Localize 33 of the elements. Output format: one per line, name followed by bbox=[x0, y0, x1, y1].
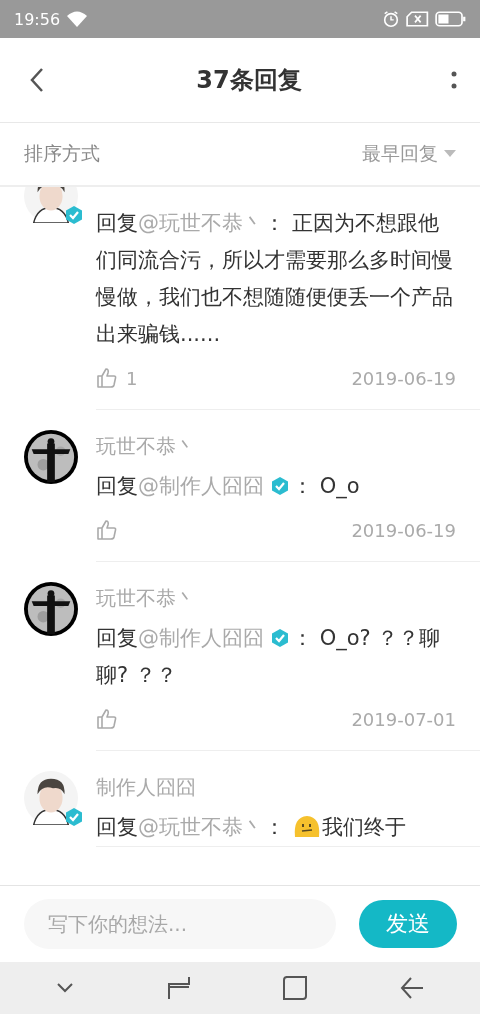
reply-text: 回复@制作人囧囧 ： O_o? ？？聊聊? ？？ bbox=[96, 625, 442, 689]
status-time: 19:56 bbox=[14, 9, 61, 29]
user-name[interactable]: 制作人囧囧 bbox=[96, 773, 456, 801]
user-name[interactable]: 玩世不恭丶 bbox=[96, 432, 456, 460]
mention-link[interactable]: @玩世不恭丶 bbox=[138, 815, 264, 839]
mention-link[interactable]: @制作人囧囧 bbox=[138, 474, 264, 498]
back-arrow-icon bbox=[398, 975, 425, 1001]
wifi-icon bbox=[66, 10, 89, 28]
mention-link[interactable]: @玩世不恭丶 bbox=[138, 211, 264, 235]
thumbs-up-icon bbox=[96, 708, 118, 730]
alarm-icon bbox=[382, 10, 400, 28]
comment-input[interactable]: 写下你的想法... bbox=[24, 899, 336, 949]
reply-text: 回复@玩世不恭丶： 正因为不想跟他们同流合污，所以才需要那么多时间慢慢做，我们也不想随随便便丢一个产品出来骗钱...... bbox=[96, 210, 454, 348]
sort-label: 排序方式 bbox=[24, 141, 100, 166]
send-button[interactable]: 发送 bbox=[359, 900, 457, 948]
sim-icon bbox=[406, 10, 429, 28]
chevron-down-icon bbox=[55, 982, 76, 994]
recents-icon bbox=[165, 975, 192, 1001]
mention-link[interactable]: @制作人囧囧 bbox=[138, 626, 264, 650]
thumbs-up-icon bbox=[96, 367, 118, 389]
thumbs-up-icon bbox=[96, 519, 118, 541]
page-title: 37条回复 bbox=[196, 65, 302, 96]
caret-icon bbox=[444, 150, 456, 158]
reply-date: 2019-06-19 bbox=[351, 519, 456, 541]
reply-text: 回复@制作人囧囧 ： O_o bbox=[96, 473, 361, 501]
user-name[interactable]: 玩世不恭丶 bbox=[96, 584, 456, 612]
reply-text: 回复@玩世不恭丶： 我们终于 bbox=[96, 812, 407, 841]
reply-date: 2019-06-19 bbox=[351, 367, 456, 389]
battery-icon bbox=[434, 10, 466, 28]
reply-date: 2019-07-01 bbox=[351, 708, 456, 730]
like-button[interactable]: 1 bbox=[96, 367, 138, 389]
sort-dropdown[interactable]: 最早回复 bbox=[362, 141, 456, 167]
home-icon bbox=[282, 975, 309, 1001]
